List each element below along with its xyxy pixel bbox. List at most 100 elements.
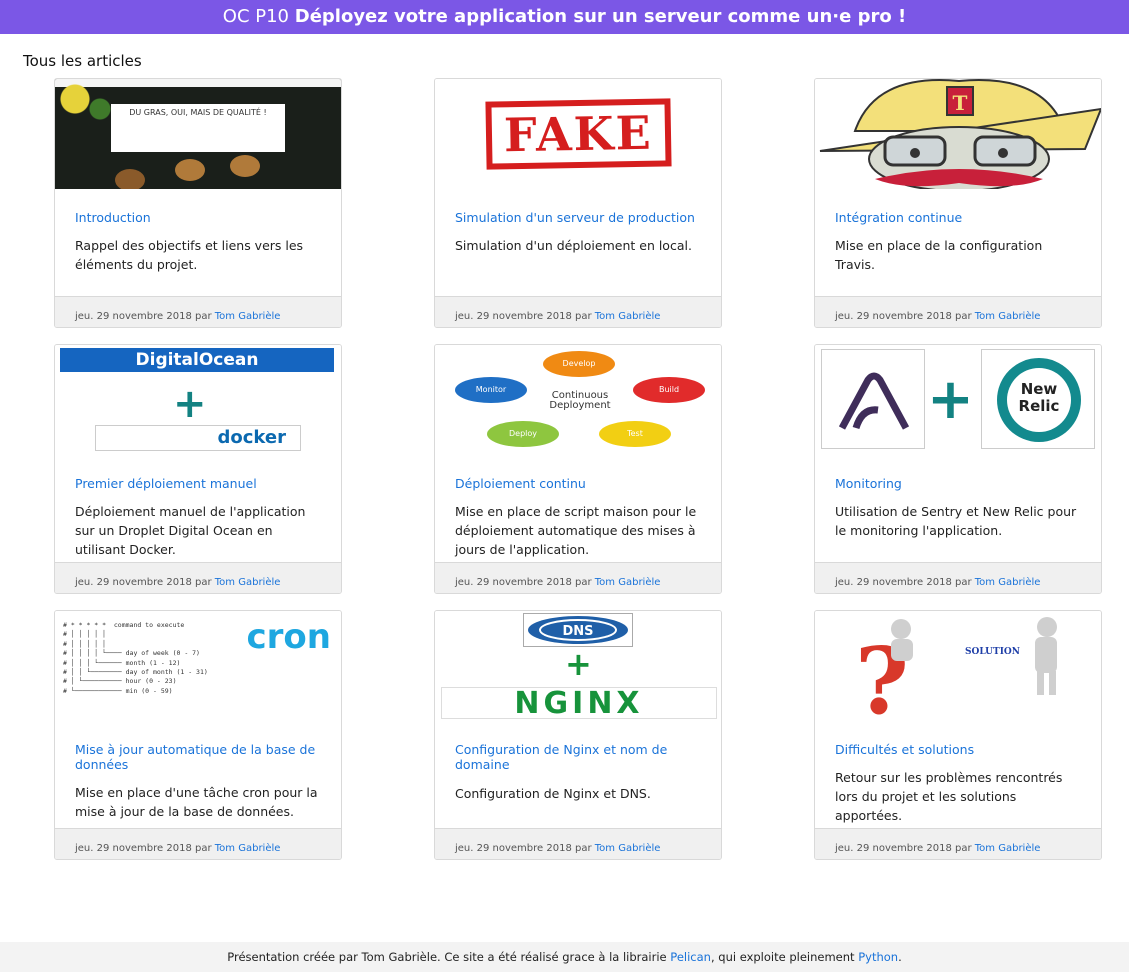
travis-mascot-icon: T	[819, 79, 1101, 189]
article-description: Déploiement manuel de l'application sur …	[75, 504, 306, 557]
sentry-logo	[821, 349, 925, 449]
header-prefix: OC P10	[222, 6, 290, 27]
article-description: Configuration de Nginx et DNS.	[455, 786, 651, 801]
article-date: jeu. 29 novembre 2018 par	[455, 311, 595, 322]
nginx-logo: NGINX	[441, 687, 717, 720]
plus-icon: +	[927, 367, 974, 432]
article-title[interactable]: Introduction	[75, 210, 325, 225]
article-title[interactable]: Simulation d'un serveur de production	[455, 210, 705, 225]
article-title[interactable]: Difficultés et solutions	[835, 742, 1085, 757]
author-link[interactable]: Tom Gabrièle	[215, 843, 281, 854]
cron-logo: cron	[246, 617, 332, 657]
article-description: Simulation d'un déploiement en local.	[455, 238, 692, 253]
article-thumbnail[interactable]: DU GRAS, OUI, MAIS DE QUALITÉ !	[55, 79, 341, 189]
footer-text: .	[898, 950, 902, 964]
article-card[interactable]: DU GRAS, OUI, MAIS DE QUALITÉ ! Introduc…	[54, 78, 342, 328]
page-footer: Présentation créée par Tom Gabrièle. Ce …	[0, 942, 1129, 972]
article-footer: jeu. 29 novembre 2018 par Tom Gabrièle	[55, 562, 341, 593]
article-footer: jeu. 29 novembre 2018 par Tom Gabrièle	[815, 562, 1101, 593]
article-footer: jeu. 29 novembre 2018 par Tom Gabrièle	[815, 296, 1101, 327]
article-date: jeu. 29 novembre 2018 par	[75, 577, 215, 588]
article-title[interactable]: Monitoring	[835, 476, 1085, 491]
article-thumbnail[interactable]: FAKE	[435, 79, 721, 189]
cookie-image	[230, 155, 260, 177]
article-footer: jeu. 29 novembre 2018 par Tom Gabrièle	[815, 828, 1101, 859]
article-date: jeu. 29 novembre 2018 par	[75, 311, 215, 322]
author-link[interactable]: Tom Gabrièle	[215, 577, 281, 588]
article-footer: jeu. 29 novembre 2018 par Tom Gabrièle	[435, 562, 721, 593]
dns-logo: DNS	[523, 613, 633, 647]
article-title[interactable]: Configuration de Nginx et nom de domaine	[455, 742, 705, 772]
article-title[interactable]: Mise à jour automatique de la base de do…	[75, 742, 325, 772]
article-description: Mise en place d'une tâche cron pour la m…	[75, 785, 318, 819]
article-thumbnail[interactable]: # * * * * * command to execute # │ │ │ │…	[55, 611, 341, 721]
cd-center-label: Continuous Deployment	[549, 390, 611, 411]
cron-syntax-image: # * * * * * command to execute # │ │ │ │…	[63, 621, 208, 695]
svg-text:T: T	[953, 91, 968, 115]
docker-logo: docker	[95, 425, 301, 451]
article-footer: jeu. 29 novembre 2018 par Tom Gabrièle	[55, 296, 341, 327]
author-link[interactable]: Tom Gabrièle	[595, 577, 661, 588]
lemons-image	[55, 79, 115, 129]
header-title: Déployez votre application sur un serveu…	[294, 6, 907, 27]
article-card[interactable]: FAKE Simulation d'un serveur de producti…	[434, 78, 722, 328]
newrelic-logo: New Relic	[981, 349, 1095, 449]
article-description: Retour sur les problèmes rencontrés lors…	[835, 770, 1063, 823]
article-footer: jeu. 29 novembre 2018 par Tom Gabrièle	[435, 296, 721, 327]
article-description: Rappel des objectifs et liens vers les é…	[75, 238, 304, 272]
article-thumbnail[interactable]: DigitalOcean + docker	[55, 345, 341, 455]
deploy-node: Deploy	[487, 421, 559, 447]
author-link[interactable]: Tom Gabrièle	[595, 311, 661, 322]
build-node: Build	[633, 377, 705, 403]
svg-text:DNS: DNS	[562, 624, 593, 639]
article-card[interactable]: Develop Build Test Deploy Monitor Contin…	[434, 344, 722, 594]
article-thumbnail[interactable]: T	[815, 79, 1101, 189]
section-title: Tous les articles	[23, 52, 142, 70]
test-node: Test	[599, 421, 671, 447]
article-card[interactable]: DigitalOcean + docker Premier déploiemen…	[54, 344, 342, 594]
cookie-image	[115, 169, 145, 189]
author-link[interactable]: Tom Gabrièle	[975, 843, 1041, 854]
solution-label: SOLUTION	[965, 647, 1020, 657]
pelican-link[interactable]: Pelican	[670, 950, 711, 964]
article-description: Mise en place de script maison pour le d…	[455, 504, 697, 557]
article-description: Mise en place de la configuration Travis…	[835, 238, 1043, 272]
footer-text: Présentation créée par Tom Gabrièle. Ce …	[227, 950, 671, 964]
author-link[interactable]: Tom Gabrièle	[595, 843, 661, 854]
article-card[interactable]: T Intégration continue Mise en place de …	[814, 78, 1102, 328]
author-link[interactable]: Tom Gabrièle	[975, 311, 1041, 322]
article-card[interactable]: ? SOLUTION Difficultés et solutions Reto…	[814, 610, 1102, 860]
plus-icon: +	[173, 381, 207, 427]
article-card[interactable]: DNS + NGINX Configuration de Nginx et no…	[434, 610, 722, 860]
digitalocean-logo: DigitalOcean	[60, 348, 334, 372]
article-thumbnail[interactable]: DNS + NGINX	[435, 611, 721, 721]
article-card[interactable]: + New Relic Monitoring Utilisation de Se…	[814, 344, 1102, 594]
article-thumbnail[interactable]: ? SOLUTION	[815, 611, 1101, 721]
python-link[interactable]: Python	[858, 950, 898, 964]
cookie-image	[175, 159, 205, 181]
question-figure-icon: ?	[855, 617, 1057, 721]
author-link[interactable]: Tom Gabrièle	[215, 311, 281, 322]
article-title[interactable]: Déploiement continu	[455, 476, 705, 491]
author-link[interactable]: Tom Gabrièle	[975, 577, 1041, 588]
footer-text: , qui exploite pleinement	[710, 950, 859, 964]
fake-stamp: FAKE	[485, 98, 671, 170]
article-thumbnail[interactable]: + New Relic	[815, 345, 1101, 455]
article-date: jeu. 29 novembre 2018 par	[455, 843, 595, 854]
article-footer: jeu. 29 novembre 2018 par Tom Gabrièle	[55, 828, 341, 859]
article-card[interactable]: # * * * * * command to execute # │ │ │ │…	[54, 610, 342, 860]
article-date: jeu. 29 novembre 2018 par	[835, 577, 975, 588]
page-header: OC P10 Déployez votre application sur un…	[0, 0, 1129, 34]
article-date: jeu. 29 novembre 2018 par	[455, 577, 595, 588]
article-thumbnail[interactable]: Develop Build Test Deploy Monitor Contin…	[435, 345, 721, 455]
plus-icon: +	[565, 645, 592, 683]
article-date: jeu. 29 novembre 2018 par	[835, 311, 975, 322]
article-title[interactable]: Intégration continue	[835, 210, 1085, 225]
article-title[interactable]: Premier déploiement manuel	[75, 476, 325, 491]
thumb-heading: DU GRAS, OUI, MAIS DE QUALITÉ !	[111, 104, 285, 152]
article-date: jeu. 29 novembre 2018 par	[75, 843, 215, 854]
article-description: Utilisation de Sentry et New Relic pour …	[835, 504, 1077, 538]
monitor-node: Monitor	[455, 377, 527, 403]
article-date: jeu. 29 novembre 2018 par	[835, 843, 975, 854]
develop-node: Develop	[543, 351, 615, 377]
